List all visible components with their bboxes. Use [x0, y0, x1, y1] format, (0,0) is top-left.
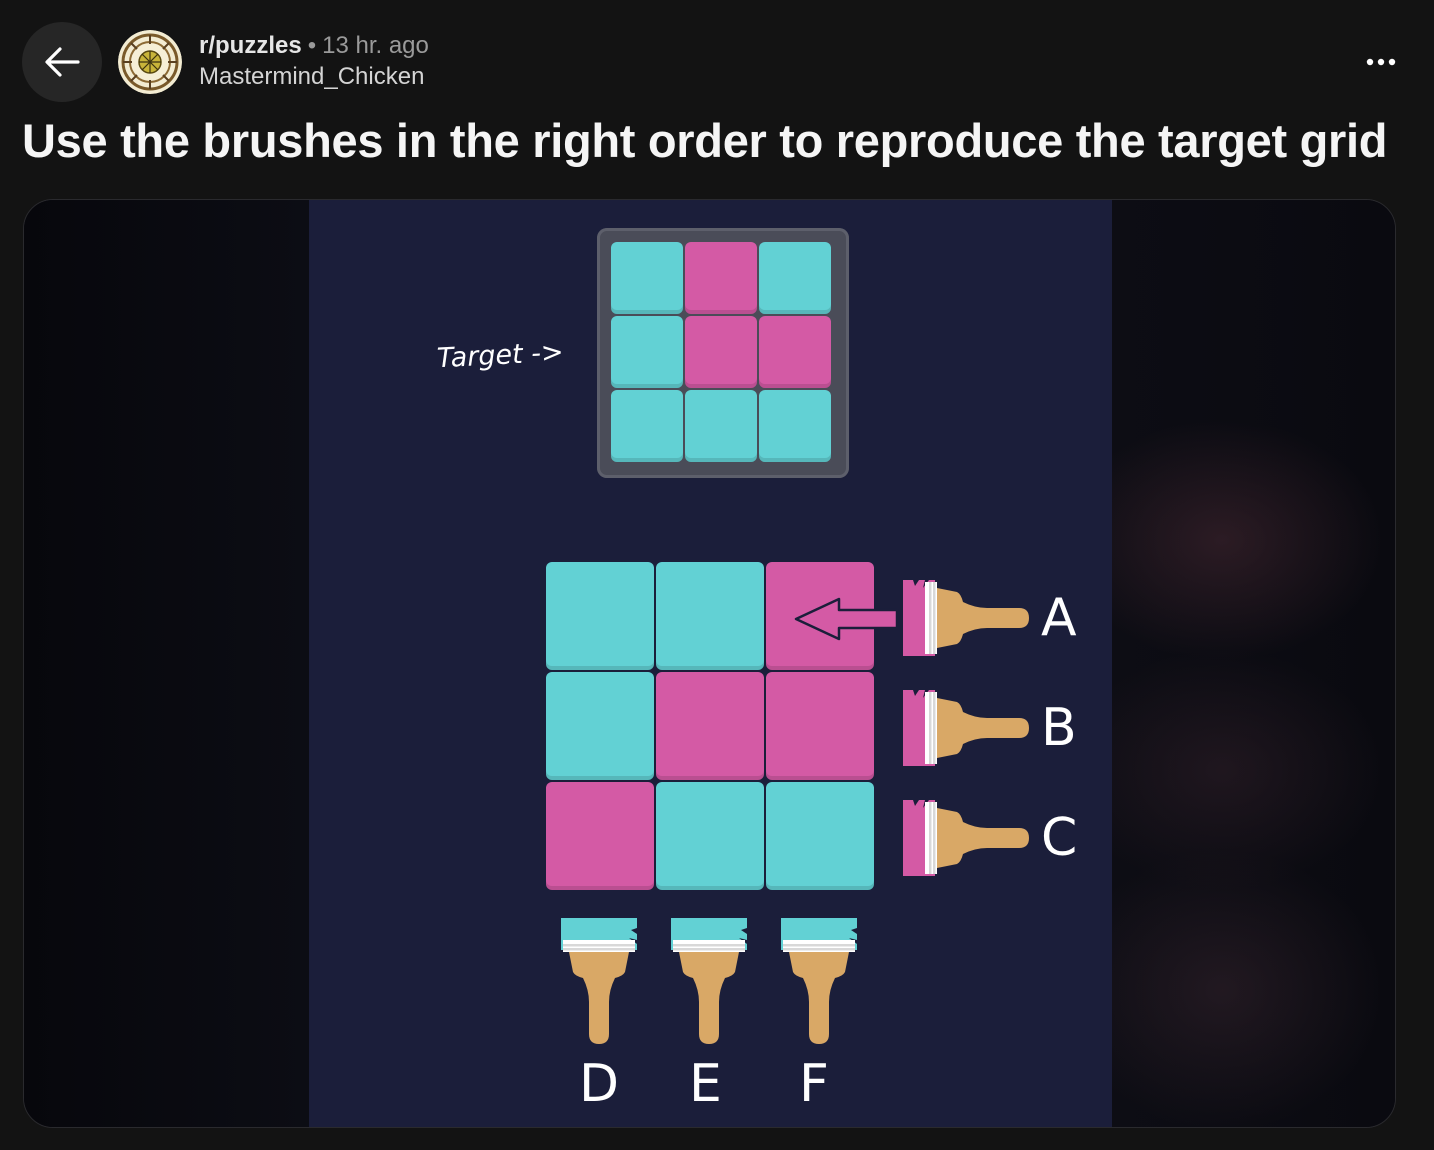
post-header: r/puzzles • 13 hr. ago Mastermind_Chicken — [0, 0, 1434, 110]
brush-f[interactable]: F — [779, 918, 859, 1118]
brush-label: F — [799, 1054, 829, 1114]
post-age: 13 hr. ago — [322, 32, 429, 59]
paintbrush-icon — [903, 690, 1029, 766]
brush-c[interactable]: C — [903, 798, 1103, 878]
paintbrush-icon — [903, 580, 1029, 656]
post-meta: r/puzzles • 13 hr. ago Mastermind_Chicken — [199, 31, 429, 93]
target-cell — [759, 242, 831, 314]
target-cell — [611, 242, 683, 314]
target-grid — [597, 228, 849, 478]
brush-e[interactable]: E — [669, 918, 749, 1118]
post-title[interactable]: Use the brushes in the right order to re… — [22, 112, 1422, 170]
grid-cell[interactable] — [546, 672, 654, 780]
paintbrush-icon — [671, 918, 747, 1044]
more-options-button[interactable] — [1356, 44, 1406, 80]
back-button[interactable] — [22, 22, 102, 102]
brush-b[interactable]: B — [903, 688, 1103, 768]
meta-separator: • — [307, 32, 317, 59]
target-cell — [759, 390, 831, 462]
arrow-left-icon — [45, 47, 80, 77]
paintbrush-icon — [781, 918, 857, 1044]
grid-cell[interactable] — [546, 562, 654, 670]
brush-label: A — [1041, 588, 1077, 648]
subreddit-avatar[interactable] — [118, 30, 182, 94]
grid-cell[interactable] — [546, 782, 654, 890]
grid-cell[interactable] — [766, 782, 874, 890]
image-blur-backdrop-right — [1112, 200, 1395, 1127]
target-label: Target -> — [436, 336, 565, 375]
paintbrush-icon — [561, 918, 637, 1044]
arrow-left-icon — [794, 597, 899, 641]
subreddit-link[interactable]: r/puzzles — [199, 32, 302, 59]
target-cell — [759, 316, 831, 388]
target-cell — [685, 242, 757, 314]
brush-label: B — [1041, 698, 1077, 758]
brush-label: C — [1041, 808, 1078, 868]
post-image[interactable]: Target -> A B C D E F — [23, 199, 1396, 1128]
brush-label: D — [579, 1054, 620, 1114]
brush-a[interactable]: A — [903, 578, 1103, 658]
target-cell — [611, 390, 683, 462]
grid-cell[interactable] — [766, 672, 874, 780]
grid-cell[interactable] — [656, 562, 764, 670]
author-link[interactable]: Mastermind_Chicken — [199, 61, 429, 93]
grid-cell[interactable] — [656, 782, 764, 890]
puzzle-illustration: Target -> A B C D E F — [309, 200, 1112, 1127]
paintbrush-icon — [903, 800, 1029, 876]
brush-d[interactable]: D — [559, 918, 639, 1118]
brush-label: E — [689, 1054, 722, 1114]
target-cell — [611, 316, 683, 388]
image-blur-backdrop-left — [24, 200, 309, 1127]
more-horizontal-icon — [1366, 58, 1396, 66]
target-cell — [685, 390, 757, 462]
grid-cell[interactable] — [656, 672, 764, 780]
target-cell — [685, 316, 757, 388]
